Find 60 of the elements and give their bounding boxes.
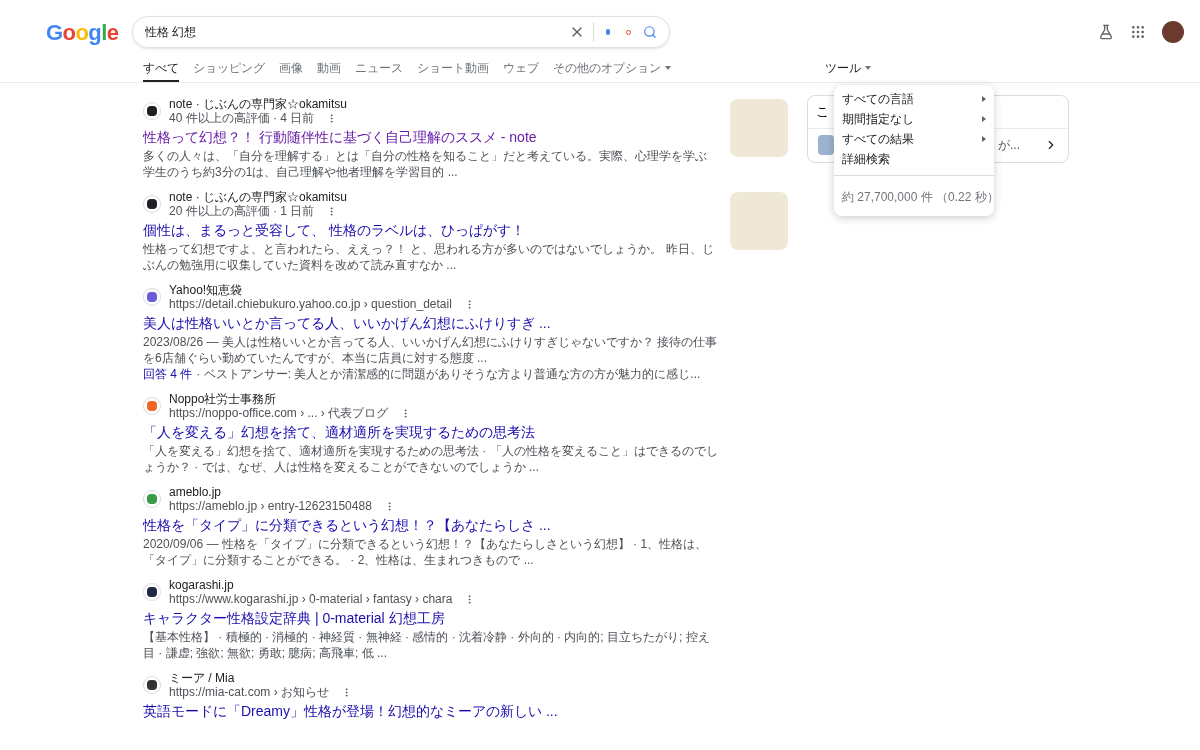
site-favicon-icon <box>143 288 161 306</box>
result-title-link[interactable]: 性格を「タイプ」に分類できるという幻想！？【あなたらしさ ... <box>143 515 718 535</box>
best-answer-text: · ベストアンサー: 美人とか清潔感的に問題がありそうな方より普通な方の方が魅力的に感じ... <box>196 366 701 382</box>
search-tab[interactable]: ウェブ <box>503 59 539 82</box>
result-title-link[interactable]: 性格って幻想？！ 行動随伴性に基づく自己理解のススメ - note <box>143 127 718 147</box>
result-stats: 約 27,700,000 件 （0.22 秒） <box>842 190 999 204</box>
labs-flask-icon[interactable] <box>1098 24 1114 40</box>
site-url: 40 件以上の高評価 · 4 日前 <box>169 111 315 125</box>
side-card-snippet: が... <box>998 136 1020 154</box>
search-tab[interactable]: その他のオプション <box>553 59 671 82</box>
tools-menu-item[interactable]: 期間指定なし <box>834 109 994 129</box>
search-icon[interactable] <box>643 25 657 39</box>
site-name: note · じぶんの専門家☆okamitsu <box>169 97 348 111</box>
thumbnail-placeholder[interactable] <box>730 192 788 250</box>
site-favicon-icon <box>143 583 161 601</box>
site-url: 20 件以上の高評価 · 1 日前 <box>169 204 315 218</box>
site-name: Yahoo!知恵袋 <box>169 283 244 297</box>
site-name: ameblo.jp <box>169 485 223 499</box>
result-title-link[interactable]: 個性は、まるっと受容して、 性格のラベルは、ひっぱがす！ <box>143 220 718 240</box>
dropdown-caret-icon <box>865 66 871 70</box>
site-url: https://ameblo.jp › entry-12623150488 <box>169 499 372 513</box>
site-favicon-icon <box>143 102 161 120</box>
search-tab[interactable]: 画像 <box>279 59 303 82</box>
search-tab[interactable]: ショート動画 <box>417 59 489 82</box>
result-title-link[interactable]: キャラクター性格設定辞典 | 0-material 幻想工房 <box>143 608 718 628</box>
result-title-link[interactable]: 英語モードに「Dreamy」性格が登場！幻想的なミーアの新しい ... <box>143 701 718 721</box>
result-snippet: 2023/08/26 — 美人は性格いいとか言ってる人、いいかげん幻想にふけりすぎじゃないですか？ 接待の仕事を6店舗ぐらい勤めていたんですが、本当に店員に対する態度 ... <box>143 334 718 366</box>
site-name: kogarashi.jp <box>169 578 235 592</box>
site-url: https://mia-cat.com › お知らせ <box>169 685 330 699</box>
site-name: note · じぶんの専門家☆okamitsu <box>169 190 348 204</box>
site-favicon-icon <box>143 195 161 213</box>
answers-link[interactable]: 回答 4 件 <box>143 366 193 382</box>
search-input[interactable]: 性格 幻想 <box>145 23 561 41</box>
avatar-icon[interactable] <box>1162 21 1184 43</box>
search-tab[interactable]: 動画 <box>317 59 341 82</box>
site-favicon-icon <box>143 676 161 694</box>
site-favicon-icon <box>143 490 161 508</box>
result-snippet: 多くの人々は、「自分を理解する」とは「自分の性格を知ること」だと考えている。実際、心理学を学ぶ学生のうち約3分の1は、自己理解や他者理解を学習目的 ... <box>143 148 708 180</box>
result-snippet: 2020/09/06 — 性格を「タイプ」に分類できるという幻想！？【あなたらしさという幻想】 · 1、性格は、「タイプ」に分類することができる。 · 2、性格は、生まれつきもので ... <box>143 536 709 568</box>
search-tab[interactable]: ショッピング <box>193 59 265 82</box>
site-favicon-icon <box>143 397 161 415</box>
site-url: https://detail.chiebukuro.yahoo.co.jp › question_detail <box>169 297 452 311</box>
result-snippet: 性格って幻想ですよ、と言われたら、ええっ？！ と、思われる方が多いのではないでしょうか。 昨日、じぶんの勉強用に収集していた資料を改めて読み直すなか ... <box>143 241 715 273</box>
search-tab[interactable]: すべて <box>143 59 179 82</box>
tools-menu-item[interactable]: すべての結果 <box>834 129 994 149</box>
google-logo[interactable]: Google <box>46 15 132 49</box>
apps-grid-icon[interactable] <box>1130 24 1146 40</box>
side-card-thumbnail-placeholder <box>818 134 834 155</box>
result-title-link[interactable]: 「人を変える」幻想を捨て、適材適所を実現するための思考法 <box>143 422 718 442</box>
thumbnail-placeholder[interactable] <box>730 99 788 157</box>
result-snippet: 「人を変える」幻想を捨て、適材適所を実現するための思考法 · 「人の性格を変えること」はできるのでしょうか？ · では、なぜ、人は性格を変えることができないのでしょうか ... <box>143 443 718 475</box>
site-url: https://www.kogarashi.jp › 0-material › fantasy › chara <box>169 592 453 606</box>
search-tab[interactable]: ニュース <box>355 59 403 82</box>
tools-button[interactable]: ツール <box>825 59 871 82</box>
tools-menu-item[interactable]: 詳細検索 <box>834 149 994 169</box>
site-name: Noppo社労士事務所 <box>169 392 278 406</box>
result-title-link[interactable]: 美人は性格いいとか言ってる人、いいかげん幻想にふけりすぎ ... <box>143 313 718 333</box>
site-url: https://noppo-office.com › ... › 代表ブログ <box>169 406 389 420</box>
result-snippet: 【基本性格】 · 積極的 · 消極的 · 神経質 · 無神経 · 感情的 · 沈着冷静 · 外向的 · 内向的; 目立ちたがり; 控え目 · 謙虚; 強欲; 無欲; 勇敢; 臆病; 高飛車; 低 ... <box>143 629 711 661</box>
site-name: ミーア / Mia <box>169 671 236 685</box>
